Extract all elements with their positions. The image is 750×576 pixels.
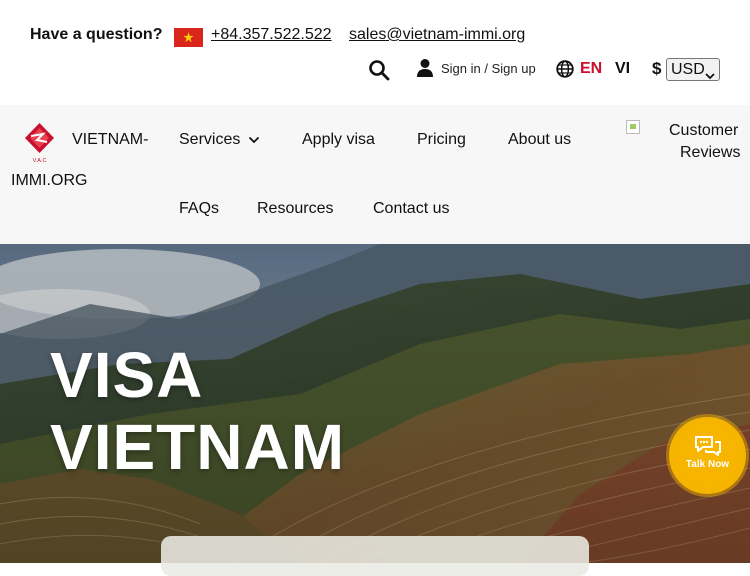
currency-value: USD [671,61,705,78]
nav-item-pricing[interactable]: Pricing [417,131,466,149]
hero-search-card [161,536,589,576]
signin-link[interactable]: Sign in / Sign up [441,61,536,76]
language-en-link[interactable]: EN [580,60,602,78]
brand-name-line2[interactable]: IMMI.ORG [11,172,87,190]
brand-name-line1[interactable]: VIETNAM- [72,131,148,149]
nav-item-about-us[interactable]: About us [508,131,571,149]
chat-bubbles-icon [693,434,723,458]
question-label: Have a question? [30,26,163,43]
nav-item-faqs[interactable]: FAQs [179,200,219,218]
logo-text: V.A.C [33,158,47,164]
globe-icon [556,60,574,78]
hero-title-line1: VISA [50,339,204,411]
nav-item-services[interactable]: Services [179,131,260,149]
hero-title-line2: VIETNAM [50,411,345,483]
phone-link[interactable]: +84.357.522.522 [211,26,332,44]
nav-item-contact-us[interactable]: Contact us [373,200,449,218]
nav-item-label: Services [179,131,241,149]
vietnam-flag-icon [174,28,203,47]
talk-now-label: Talk Now [685,459,730,470]
talk-now-button[interactable]: Talk Now [669,417,746,494]
top-bar: Have a question? +84.357.522.522 sales@v… [0,0,750,105]
user-icon [416,58,434,78]
email-link[interactable]: sales@vietnam-immi.org [349,26,525,44]
hero-title: VISA VIETNAM [50,339,345,483]
nav-item-resources[interactable]: Resources [257,200,333,218]
customer-reviews-line1[interactable]: Customer [669,122,738,140]
chevron-down-icon [248,131,260,149]
customer-reviews-line2[interactable]: Reviews [680,144,740,162]
language-vi-link[interactable]: VI [615,60,630,78]
search-icon[interactable] [367,58,391,82]
chevron-down-icon [705,65,715,86]
logo-icon[interactable]: V.A.C [23,122,56,164]
broken-image-icon [626,120,640,134]
currency-symbol: $ [652,59,662,78]
nav-item-apply-visa[interactable]: Apply visa [302,131,375,149]
currency-select[interactable]: USD [666,58,720,81]
